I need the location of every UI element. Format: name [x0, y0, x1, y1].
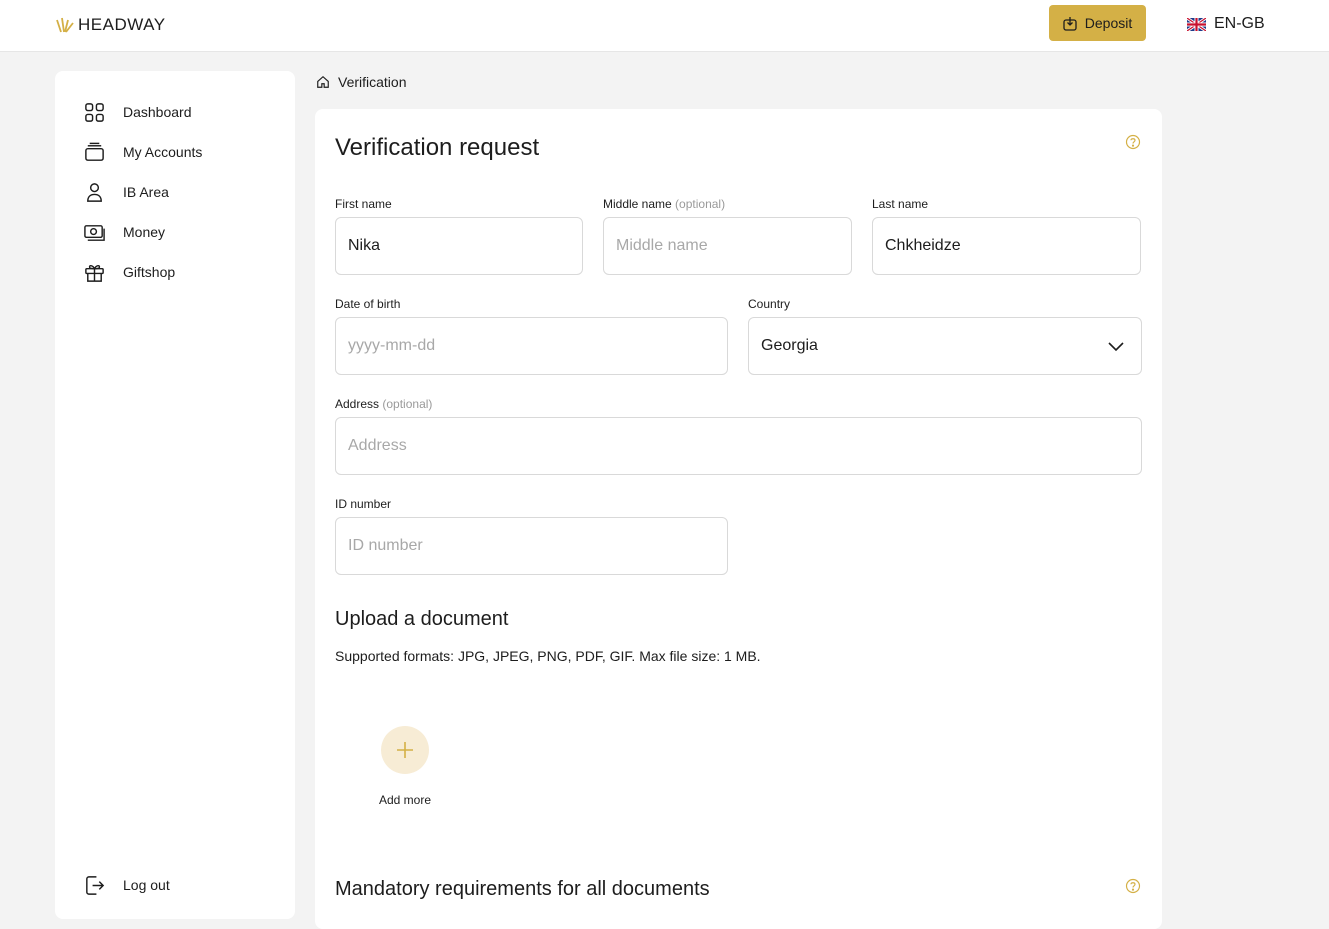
language-selector[interactable]: EN-GB [1187, 14, 1265, 34]
deposit-label: Deposit [1084, 15, 1133, 31]
plus-icon [397, 742, 413, 758]
country-value: Georgia [761, 337, 818, 354]
top-bar: HEADWAY Deposit EN-GB [0, 0, 1329, 52]
headway-logo-icon [56, 17, 74, 33]
headway-logo[interactable]: HEADWAY [55, 14, 166, 36]
first-name-value: Nika [348, 237, 381, 254]
uk-flag-icon [1187, 17, 1206, 31]
middle-name-placeholder: Middle name [616, 237, 708, 254]
verification-card: Verification request First name Nika Mid… [315, 109, 1162, 929]
supported-formats-text: Supported formats: JPG, JPEG, PNG, PDF, … [335, 648, 761, 664]
sidebar-item-money[interactable]: Money [83, 220, 165, 244]
middle-name-label-text: Middle name [603, 197, 672, 211]
sidebar: Dashboard My Accounts IB Area Money Gift… [55, 71, 295, 919]
deposit-button[interactable]: Deposit [1049, 5, 1146, 41]
add-document-button[interactable]: Add more [375, 726, 435, 807]
first-name-label: First name [335, 197, 392, 211]
sidebar-item-dashboard[interactable]: Dashboard [83, 100, 192, 124]
country-label: Country [748, 297, 791, 311]
upload-title: Upload a document [335, 608, 509, 630]
address-placeholder: Address [348, 437, 407, 454]
first-name-field[interactable]: Nika [335, 217, 583, 275]
requirements-title: Mandatory requirements for all documents [335, 878, 710, 900]
sidebar-item-giftshop[interactable]: Giftshop [83, 260, 175, 284]
accounts-stack-icon [85, 142, 104, 161]
deposit-icon [1063, 16, 1077, 31]
dashboard-grid-icon [85, 102, 104, 122]
sidebar-item-label: IB Area [123, 184, 169, 200]
add-more-label: Add more [378, 793, 432, 807]
add-circle[interactable] [381, 726, 429, 774]
dob-placeholder: yyyy-mm-dd [348, 337, 436, 354]
breadcrumb: Verification [316, 73, 406, 91]
sidebar-item-label: Dashboard [123, 104, 192, 120]
logo-text: HEADWAY [78, 15, 166, 34]
last-name-field[interactable]: Chkheidze [872, 217, 1141, 275]
breadcrumb-current: Verification [338, 74, 407, 90]
logout-label: Log out [123, 877, 170, 893]
middle-name-field[interactable]: Middle name [603, 217, 852, 275]
gift-icon [85, 264, 104, 282]
optional-tag: (optional) [382, 397, 433, 411]
banknote-icon [84, 224, 105, 241]
country-select[interactable]: Georgia [748, 317, 1142, 375]
middle-name-label: Middle name (optional) [603, 197, 725, 211]
sidebar-item-my-accounts[interactable]: My Accounts [83, 140, 202, 164]
language-label: EN-GB [1214, 15, 1265, 32]
dob-label: Date of birth [335, 297, 401, 311]
id-number-field[interactable]: ID number [335, 517, 728, 575]
address-field[interactable]: Address [335, 417, 1142, 475]
address-label: Address (optional) [335, 397, 432, 411]
page-title: Verification request [335, 134, 540, 161]
id-number-placeholder: ID number [348, 537, 423, 554]
last-name-label: Last name [872, 197, 929, 211]
last-name-value: Chkheidze [885, 237, 961, 254]
requirements-help-icon[interactable] [1125, 878, 1141, 894]
user-icon [87, 182, 102, 202]
sidebar-item-label: Money [123, 224, 166, 240]
dob-field[interactable]: yyyy-mm-dd [335, 317, 728, 375]
home-icon[interactable] [316, 75, 330, 89]
logout-button[interactable]: Log out [83, 873, 170, 897]
sidebar-item-label: Giftshop [123, 264, 176, 280]
id-number-label: ID number [335, 497, 392, 511]
help-icon[interactable] [1125, 134, 1141, 150]
sidebar-item-label: My Accounts [123, 144, 203, 160]
address-label-text: Address [335, 397, 380, 411]
sidebar-item-ib-area[interactable]: IB Area [83, 180, 169, 204]
optional-tag: (optional) [675, 197, 726, 211]
logout-icon [86, 875, 105, 895]
chevron-down-icon [1108, 342, 1124, 352]
